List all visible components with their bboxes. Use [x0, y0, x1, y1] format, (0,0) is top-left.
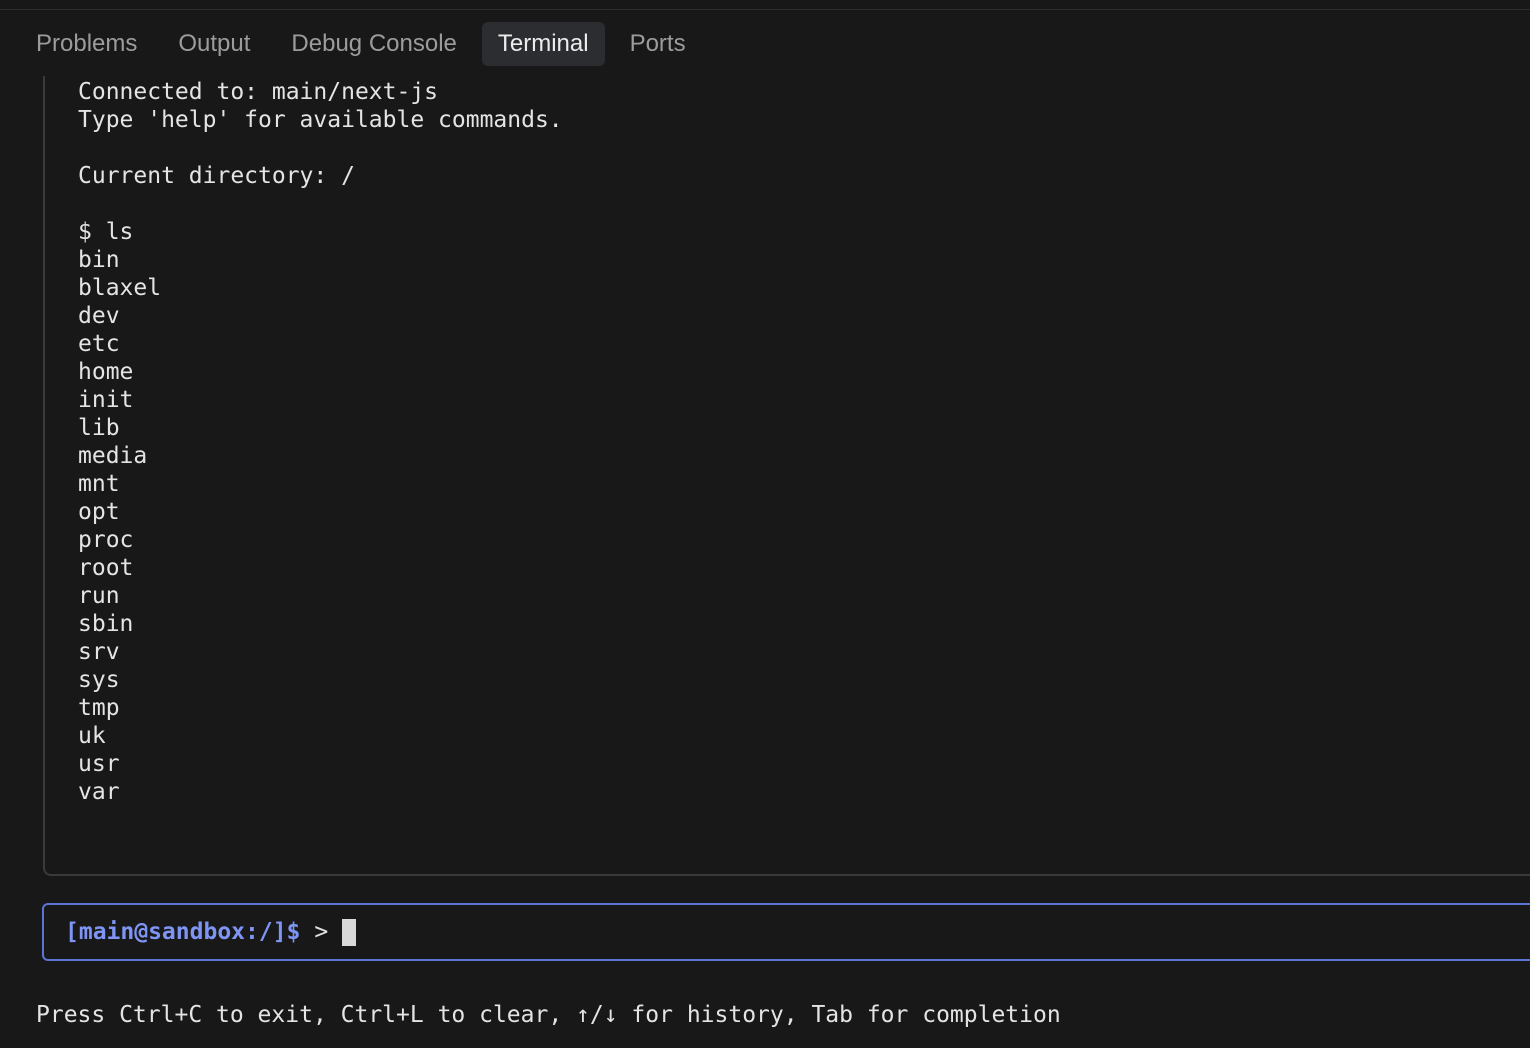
terminal-output-line: run [78, 583, 120, 609]
terminal-prompt: [main@sandbox:/]$ [65, 919, 301, 945]
prompt-arrow: > [314, 919, 329, 945]
terminal-output-line: Type 'help' for available commands. [78, 107, 563, 133]
text-cursor [342, 918, 357, 946]
terminal-output: Connected to: main/next-js Type 'help' fo… [78, 78, 563, 806]
terminal-output-line: var [78, 779, 120, 805]
terminal-output-line: sys [78, 667, 120, 693]
terminal-output-line: Connected to: main/next-js [78, 79, 439, 105]
terminal-output-line: home [78, 359, 134, 385]
terminal-input-box[interactable]: [main@sandbox:/]$ > [42, 903, 1530, 961]
terminal-output-line: mnt [78, 471, 120, 497]
terminal-output-line: proc [78, 527, 134, 553]
terminal-output-line: lib [78, 415, 120, 441]
top-divider [0, 9, 1530, 10]
terminal-output-line: opt [78, 499, 120, 525]
terminal-output-line: $ ls [78, 219, 134, 245]
terminal-output-line: init [78, 387, 134, 413]
terminal-output-line: media [78, 443, 148, 469]
tab-output[interactable]: Output [162, 22, 266, 66]
tab-debug-console[interactable]: Debug Console [275, 22, 472, 66]
tab-ports[interactable]: Ports [614, 22, 702, 66]
terminal-output-line: uk [78, 723, 106, 749]
terminal-output-line: Current directory: / [78, 163, 355, 189]
terminal-output-line: etc [78, 331, 120, 357]
terminal-output-line: root [78, 555, 134, 581]
terminal-output-line: bin [78, 247, 120, 273]
panel-tab-bar: Problems Output Debug Console Terminal P… [20, 22, 711, 66]
terminal-output-line: usr [78, 751, 120, 777]
terminal-output-line: sbin [78, 611, 134, 637]
terminal-output-line: blaxel [78, 275, 162, 301]
tab-terminal[interactable]: Terminal [481, 22, 605, 66]
tab-problems[interactable]: Problems [20, 22, 153, 66]
keyboard-hint: Press Ctrl+C to exit, Ctrl+L to clear, ↑… [36, 1002, 1061, 1028]
terminal-output-line: tmp [78, 695, 120, 721]
terminal-output-line: srv [78, 639, 120, 665]
terminal-output-line: dev [78, 303, 120, 329]
terminal-output-panel[interactable]: Connected to: main/next-js Type 'help' fo… [43, 76, 1530, 876]
